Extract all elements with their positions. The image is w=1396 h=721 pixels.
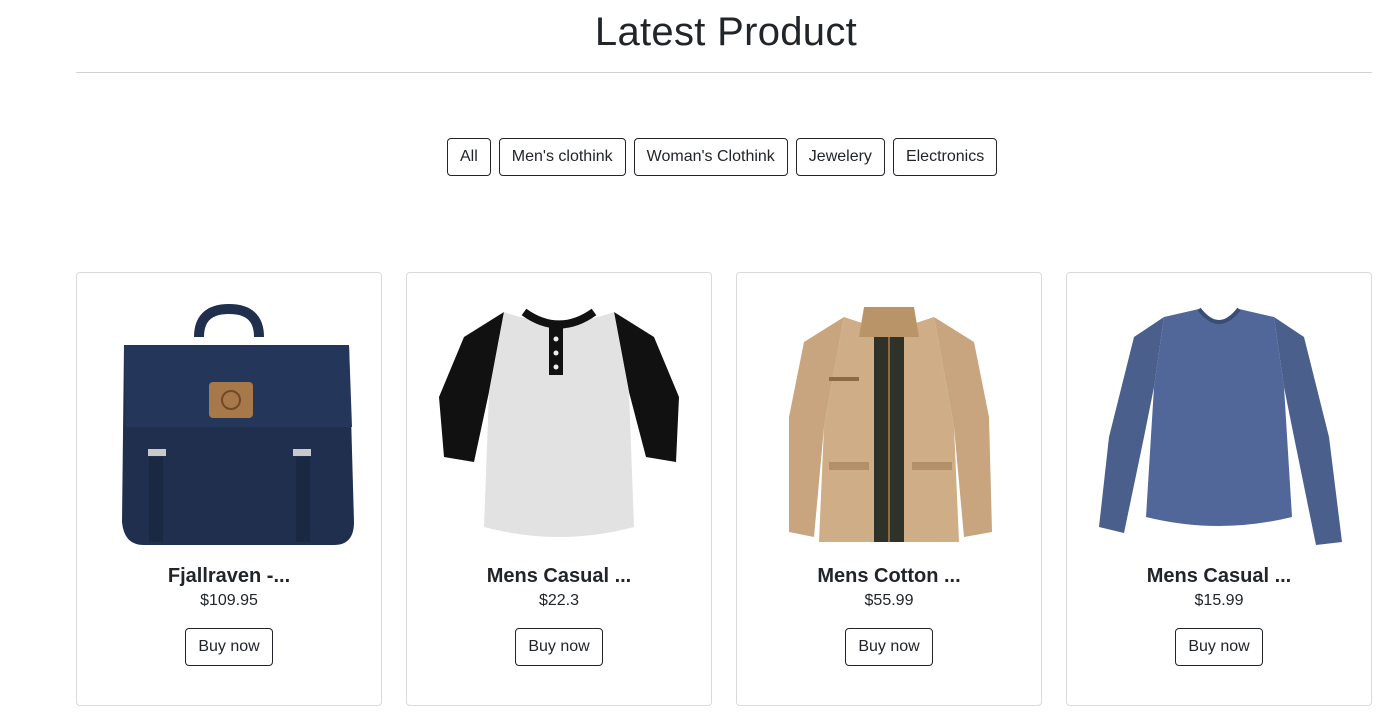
filter-all-button[interactable]: All: [447, 138, 491, 176]
product-price: $15.99: [1194, 592, 1244, 609]
product-price: $55.99: [864, 592, 914, 609]
henley-shirt-image: [439, 308, 679, 537]
product-card: Mens Cotton ... $55.99 Buy now: [736, 272, 1042, 706]
product-grid: Fjallraven -... $109.95 Buy now Mens Cas…: [76, 272, 1372, 706]
product-title[interactable]: Fjallraven -...: [168, 565, 290, 588]
backpack-image: [122, 303, 354, 545]
product-title[interactable]: Mens Cotton ...: [817, 565, 960, 588]
product-image-henley: [434, 297, 684, 547]
jacket-image: [789, 307, 992, 542]
filter-mens-clothing-button[interactable]: Men's clothink: [498, 138, 626, 176]
category-filter-bar: All Men's clothink Woman's Clothink Jewe…: [447, 138, 998, 176]
product-title[interactable]: Mens Casual ...: [487, 565, 632, 588]
buy-now-button[interactable]: Buy now: [1175, 628, 1263, 666]
product-image-jacket: [764, 297, 1014, 547]
product-image-backpack: [104, 297, 354, 547]
product-price: $109.95: [200, 592, 258, 609]
filter-jewelery-button[interactable]: Jewelery: [795, 138, 885, 176]
buy-now-button[interactable]: Buy now: [845, 628, 933, 666]
long-sleeve-shirt-image: [1099, 307, 1342, 545]
product-card: Mens Casual ... $22.3 Buy now: [406, 272, 712, 706]
filter-womens-clothing-button[interactable]: Woman's Clothink: [633, 138, 788, 176]
buy-now-button[interactable]: Buy now: [515, 628, 603, 666]
filter-electronics-button[interactable]: Electronics: [892, 138, 998, 176]
buy-now-button[interactable]: Buy now: [185, 628, 273, 666]
product-title[interactable]: Mens Casual ...: [1147, 565, 1292, 588]
title-divider: [76, 72, 1372, 73]
product-card: Mens Casual ... $15.99 Buy now: [1066, 272, 1372, 706]
product-image-long-sleeve: [1094, 297, 1344, 547]
product-price: $22.3: [538, 592, 580, 609]
page-title: Latest Product: [594, 10, 858, 54]
product-card: Fjallraven -... $109.95 Buy now: [76, 272, 382, 706]
